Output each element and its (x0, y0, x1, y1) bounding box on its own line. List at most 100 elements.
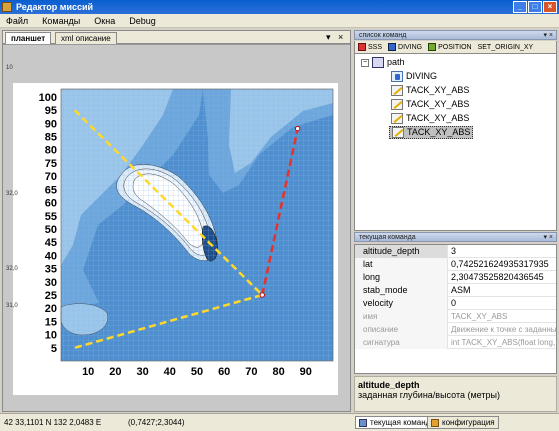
tree-node-tack-3[interactable]: TACK_XY_ABS (389, 112, 471, 125)
property-value: Движение к точке с заданными (451, 325, 557, 334)
toolbar-position-button[interactable]: POSITION (428, 43, 472, 51)
property-description: altitude_depth заданная глубина/высота (… (354, 376, 557, 412)
tab-close-icon[interactable]: × (338, 32, 343, 43)
side-label-lat-3: 31,0 (6, 303, 18, 309)
right-dock: список команд ▾ × SSS DIVING POSITION SE… (354, 30, 557, 412)
command-icon (359, 419, 367, 427)
y-tick-label: 40 (45, 250, 57, 262)
bottom-tab-label: конфигурация (442, 418, 495, 427)
tack-xy-icon (391, 99, 403, 110)
y-tick-label: 70 (45, 171, 57, 183)
bottom-tab-label: текущая команда (370, 418, 435, 427)
diving-icon (388, 43, 397, 51)
y-tick-label: 35 (45, 264, 57, 276)
bottom-tab-configuration[interactable]: конфигурация (427, 416, 499, 429)
property-value[interactable]: 3 (449, 245, 556, 258)
side-label-lat-2: 32,0 (6, 266, 18, 272)
tree-node-tack-1[interactable]: TACK_XY_ABS (389, 84, 471, 97)
document-area: планшет xml описание ▾ × 10 20 30 40 50 … (2, 30, 351, 412)
y-tick-label: 65 (45, 184, 57, 196)
toolbar-sss-label: SSS (368, 43, 383, 51)
map-grid (61, 89, 333, 361)
maximize-button[interactable]: □ (528, 1, 542, 13)
property-value[interactable]: 2,30473525820436545 (449, 271, 556, 284)
y-tick-label: 25 (45, 290, 57, 302)
property-value[interactable]: 0 (449, 297, 556, 310)
y-tick-label: 75 (45, 158, 57, 170)
current-command-controls[interactable]: ▾ × (543, 233, 553, 243)
menu-file[interactable]: Файл (6, 16, 28, 26)
y-tick-label: 95 (45, 105, 57, 117)
document-tabs: планшет xml описание ▾ × (3, 31, 350, 45)
property-row[interactable]: lat 0,742521624935317935 (355, 258, 556, 271)
map-canvas[interactable]: 10 20 30 40 50 60 70 80 90 5 10 15 20 25 30 35 40 45 50 55 6… (3, 44, 350, 411)
tree-node-tack-4-selected[interactable]: TACK_XY_ABS (389, 126, 474, 139)
position-icon (428, 43, 437, 51)
command-tree[interactable]: − path DIVING TACK_XY_ABS TACK_XY_ABS TA… (354, 53, 557, 231)
menu-commands[interactable]: Команды (42, 16, 80, 26)
tree-node-path[interactable]: − path (359, 56, 407, 69)
property-key: сигнатура (355, 336, 448, 349)
waypoint-marker[interactable] (259, 292, 265, 298)
x-tick-label: 10 (82, 366, 94, 378)
commands-toolbar: SSS DIVING POSITION SET_ORIGIN_XY (354, 41, 557, 53)
current-command-title: текущая команда (359, 234, 416, 241)
property-row[interactable]: velocity 0 (355, 297, 556, 310)
commands-panel-controls[interactable]: ▾ × (543, 31, 553, 41)
minimize-button[interactable]: _ (513, 1, 527, 13)
property-value[interactable]: ASM (449, 284, 556, 297)
tree-node-diving[interactable]: DIVING (389, 70, 439, 83)
tack-xy-icon (392, 127, 404, 138)
toolbar-set-origin-label: SET_ORIGIN_XY (477, 43, 534, 51)
x-tick-label: 90 (300, 366, 312, 378)
tab-dropdown-icon[interactable]: ▾ (326, 32, 331, 43)
property-value: TACK_XY_ABS (451, 312, 508, 321)
commands-panel-header: список команд ▾ × (354, 30, 557, 40)
toolbar-diving-label: DIVING (398, 43, 423, 51)
property-value[interactable]: 0,742521624935317935 (449, 258, 556, 271)
y-tick-label: 10 (45, 330, 57, 342)
y-tick-label: 50 (45, 224, 57, 236)
y-tick-label: 80 (45, 145, 57, 157)
y-tick-label: 85 (45, 132, 57, 144)
menu-windows[interactable]: Окна (94, 16, 115, 26)
x-tick-label: 50 (191, 366, 203, 378)
y-tick-label: 60 (45, 198, 57, 210)
property-row[interactable]: long 2,30473525820436545 (355, 271, 556, 284)
commands-panel-title: список команд (359, 32, 407, 39)
property-row[interactable]: altitude_depth 3 (355, 245, 556, 258)
tree-node-label: TACK_XY_ABS (407, 127, 471, 137)
side-label-lat-1: 32,0 (6, 191, 18, 197)
y-tick-label: 90 (45, 118, 57, 130)
toolbar-set-origin-button[interactable]: SET_ORIGIN_XY (478, 44, 534, 51)
window-titlebar: Редактор миссий _ □ × (0, 0, 559, 14)
property-key: long (355, 271, 448, 284)
menu-debug[interactable]: Debug (129, 16, 156, 26)
path-icon (372, 57, 384, 68)
property-row: описание Движение к точке с заданными (355, 323, 556, 336)
toolbar-diving-button[interactable]: DIVING (388, 43, 422, 51)
map-svg[interactable]: 10 20 30 40 50 60 70 80 905101520253035404550556… (3, 45, 350, 412)
tree-node-tack-2[interactable]: TACK_XY_ABS (389, 98, 471, 111)
close-window-button[interactable]: × (543, 1, 557, 13)
waypoint-marker[interactable] (294, 125, 301, 132)
description-title: altitude_depth (358, 380, 420, 390)
property-key: имя (355, 310, 448, 323)
property-grid[interactable]: altitude_depth 3 lat 0,742521624935317935 lo… (354, 244, 557, 374)
property-row[interactable]: stab_mode ASM (355, 284, 556, 297)
x-tick-label: 60 (218, 366, 230, 378)
tack-xy-icon (391, 113, 403, 124)
property-value: int TACK_XY_ABS(float long, float (451, 338, 556, 347)
x-tick-label: 40 (164, 366, 176, 378)
property-key: описание (355, 323, 448, 336)
property-key: velocity (355, 297, 448, 310)
sss-icon (358, 43, 366, 51)
x-tick-label: 20 (109, 366, 121, 378)
side-label-top: 10 (6, 65, 13, 71)
toolbar-position-label: POSITION (438, 43, 472, 51)
tree-expander-icon[interactable]: − (361, 58, 369, 67)
status-coords: 42 33,1101 N 132 2,0483 E (4, 418, 102, 427)
tack-xy-icon (391, 85, 403, 96)
tab-xml-description[interactable]: xml описание (55, 32, 117, 44)
toolbar-sss-button[interactable]: SSS (358, 43, 382, 51)
